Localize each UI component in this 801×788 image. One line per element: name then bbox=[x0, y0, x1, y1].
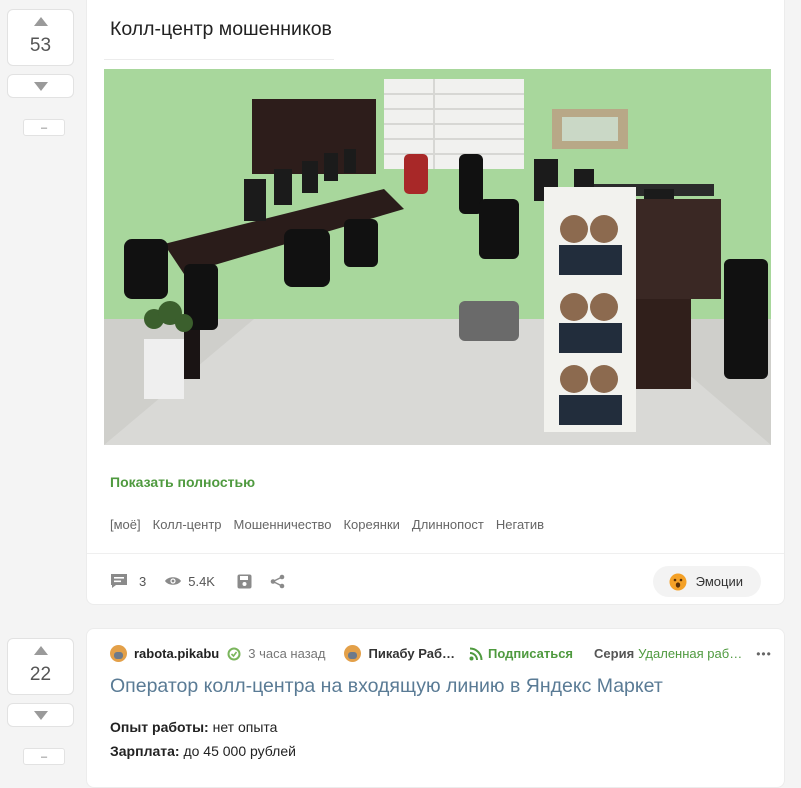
post2-meta: rabota.pikabu 3 часа назад Пикабу Раб… П… bbox=[110, 645, 772, 662]
eye-icon bbox=[165, 577, 182, 585]
tag-item[interactable]: [моё] bbox=[110, 517, 141, 532]
views-count: 5.4K bbox=[188, 573, 215, 589]
series-link[interactable]: Удаленная раб… bbox=[638, 646, 742, 661]
post1-score: 53 bbox=[29, 35, 52, 56]
call-center-photo bbox=[104, 69, 771, 445]
salary-value: до 45 000 рублей bbox=[179, 743, 296, 759]
post1-card: Колл-центр мошенников Показать полностью… bbox=[86, 0, 785, 605]
salary-line: Зарплата: до 45 000 рублей bbox=[110, 743, 296, 759]
post1-upvote-area: 53 bbox=[7, 9, 74, 66]
downvote-icon bbox=[33, 710, 48, 720]
footer-divider bbox=[87, 553, 784, 554]
tag-item[interactable]: Кореянки bbox=[343, 517, 399, 532]
more-options-icon[interactable]: ••• bbox=[756, 647, 772, 661]
post-time: 3 часа назад bbox=[248, 646, 326, 661]
author-name[interactable]: rabota.pikabu bbox=[134, 646, 219, 661]
save-icon bbox=[237, 574, 252, 588]
community-name[interactable]: Пикабу Раб… bbox=[368, 646, 455, 661]
post2-card: rabota.pikabu 3 часа назад Пикабу Раб… П… bbox=[86, 628, 785, 788]
tag-item[interactable]: Мошенничество bbox=[234, 517, 332, 532]
tag-item[interactable]: Длиннопост bbox=[412, 517, 484, 532]
emoji-icon bbox=[669, 573, 687, 590]
salary-label: Зарплата: bbox=[110, 743, 180, 759]
post2-score: 22 bbox=[29, 664, 52, 685]
views-stat: 5.4K bbox=[164, 574, 215, 589]
post1-minus-button[interactable]: – bbox=[23, 119, 65, 136]
verified-icon bbox=[227, 647, 241, 660]
post1-photo[interactable] bbox=[104, 69, 771, 445]
downvote-button[interactable] bbox=[7, 74, 74, 98]
experience-value: нет опыта bbox=[208, 719, 278, 735]
downvote-icon bbox=[33, 81, 48, 91]
subscribe-icon bbox=[469, 647, 483, 660]
title-divider bbox=[104, 59, 334, 60]
subscribe-button[interactable]: Подписаться bbox=[488, 646, 573, 661]
community-avatar[interactable] bbox=[344, 645, 362, 662]
experience-label: Опыт работы: bbox=[110, 719, 209, 735]
tag-item[interactable]: Негатив bbox=[496, 517, 544, 532]
comments-count: 3 bbox=[139, 573, 147, 589]
post2-minus-button[interactable]: – bbox=[23, 748, 65, 765]
author-avatar[interactable] bbox=[110, 645, 127, 662]
post1-top-strip bbox=[104, 0, 334, 1]
downvote-button[interactable] bbox=[7, 703, 74, 727]
comment-icon bbox=[111, 574, 127, 588]
comments-button[interactable]: 3 bbox=[110, 573, 146, 589]
tag-item[interactable]: Колл-центр bbox=[153, 517, 222, 532]
upvote-icon[interactable] bbox=[33, 646, 48, 655]
share-icon bbox=[270, 574, 285, 588]
emotions-label: Эмоции bbox=[695, 574, 743, 589]
post1-stats: 3 5.4K bbox=[110, 573, 303, 589]
series-label: Серия bbox=[594, 646, 635, 661]
post2-upvote-area: 22 bbox=[7, 638, 74, 695]
post1-title[interactable]: Колл-центр мошенников bbox=[110, 18, 332, 41]
share-button[interactable] bbox=[270, 574, 285, 589]
upvote-icon[interactable] bbox=[33, 17, 48, 26]
post1-tags: [моё] Колл-центр Мошенничество Кореянки … bbox=[110, 517, 544, 532]
experience-line: Опыт работы: нет опыта bbox=[110, 719, 277, 735]
save-button[interactable] bbox=[237, 574, 252, 589]
emotions-button[interactable]: Эмоции bbox=[652, 566, 761, 597]
show-more-link[interactable]: Показать полностью bbox=[110, 474, 255, 490]
post2-title[interactable]: Оператор колл-центра на входящую линию в… bbox=[110, 675, 663, 698]
